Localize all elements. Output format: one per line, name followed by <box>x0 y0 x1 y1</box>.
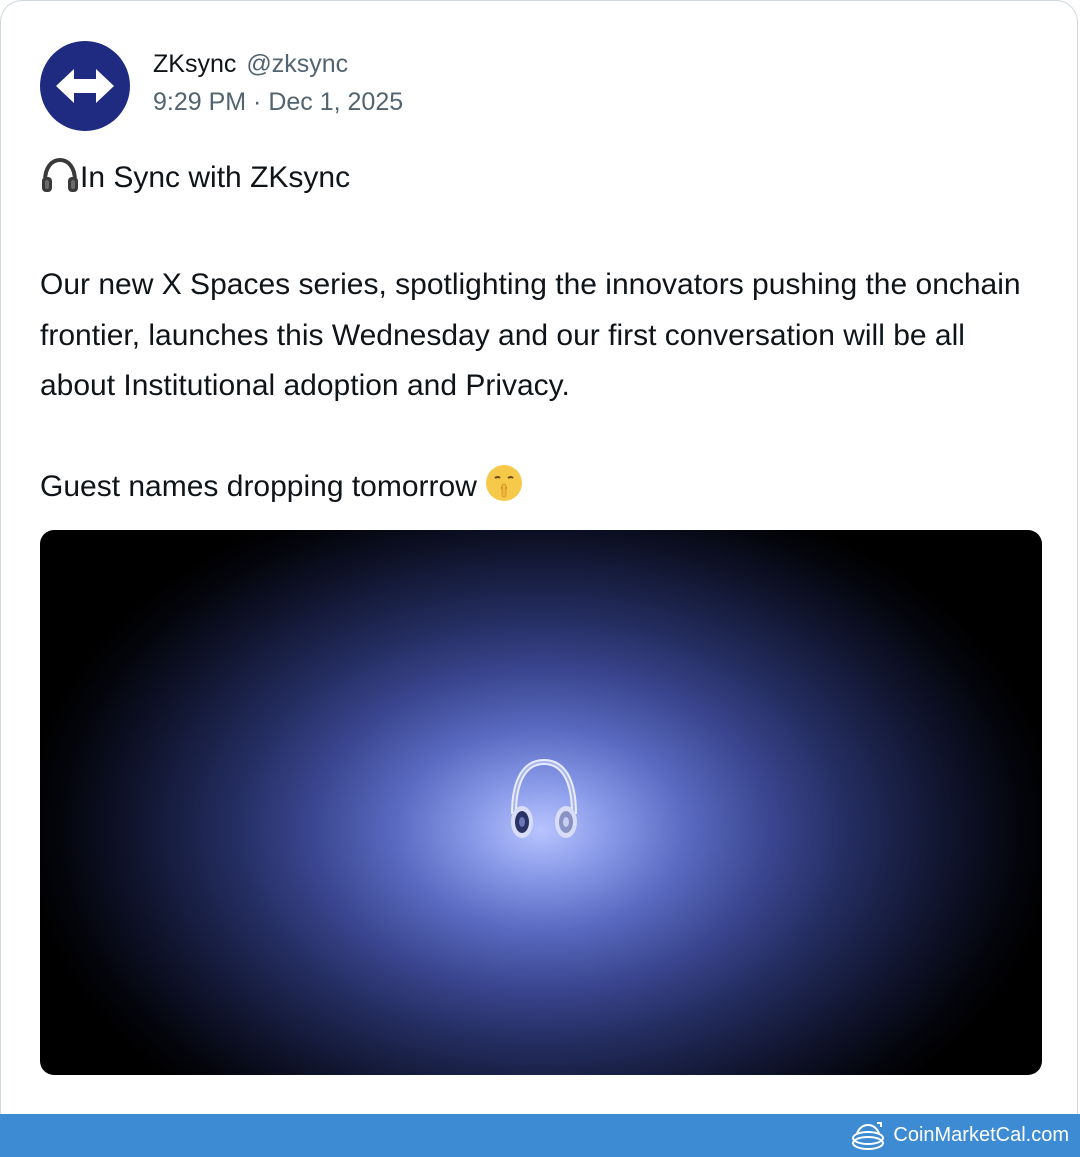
headphones-icon <box>511 758 577 838</box>
tweet-headline: In Sync with ZKsync <box>80 161 351 194</box>
headphone-emoji-icon <box>40 157 80 210</box>
avatar[interactable] <box>40 41 130 131</box>
tweet-media-image[interactable] <box>40 530 1042 1075</box>
handle[interactable]: @zksync <box>246 50 348 78</box>
tweet-closing: Guest names dropping tomorrow <box>40 470 477 503</box>
footer-brand-label: CoinMarketCal.com <box>893 1124 1069 1146</box>
display-name[interactable]: ZKsync <box>153 50 236 78</box>
author-line: ZKsync @zksync <box>153 47 403 81</box>
coinmarketcal-logo-icon <box>851 1121 885 1151</box>
timestamp[interactable]: 9:29 PM · Dec 1, 2025 <box>153 85 403 119</box>
shushing-face-emoji-icon <box>485 464 523 519</box>
tweet-header: ZKsync @zksync 9:29 PM · Dec 1, 2025 <box>153 47 403 119</box>
tweet-body: Our new X Spaces series, spotlighting th… <box>40 268 1021 402</box>
tweet-text: In Sync with ZKsync Our new X Spaces ser… <box>40 153 1040 519</box>
tweet-closing-line: Guest names dropping tomorrow <box>40 462 1040 519</box>
footer-brand[interactable]: CoinMarketCal.com <box>851 1114 1069 1157</box>
tweet-card: ZKsync @zksync 9:29 PM · Dec 1, 2025 In S… <box>0 0 1078 1114</box>
arrows-swap-icon <box>56 69 114 103</box>
footer-bar: CoinMarketCal.com <box>0 1114 1080 1157</box>
tweet-headline-line: In Sync with ZKsync <box>40 153 1040 210</box>
